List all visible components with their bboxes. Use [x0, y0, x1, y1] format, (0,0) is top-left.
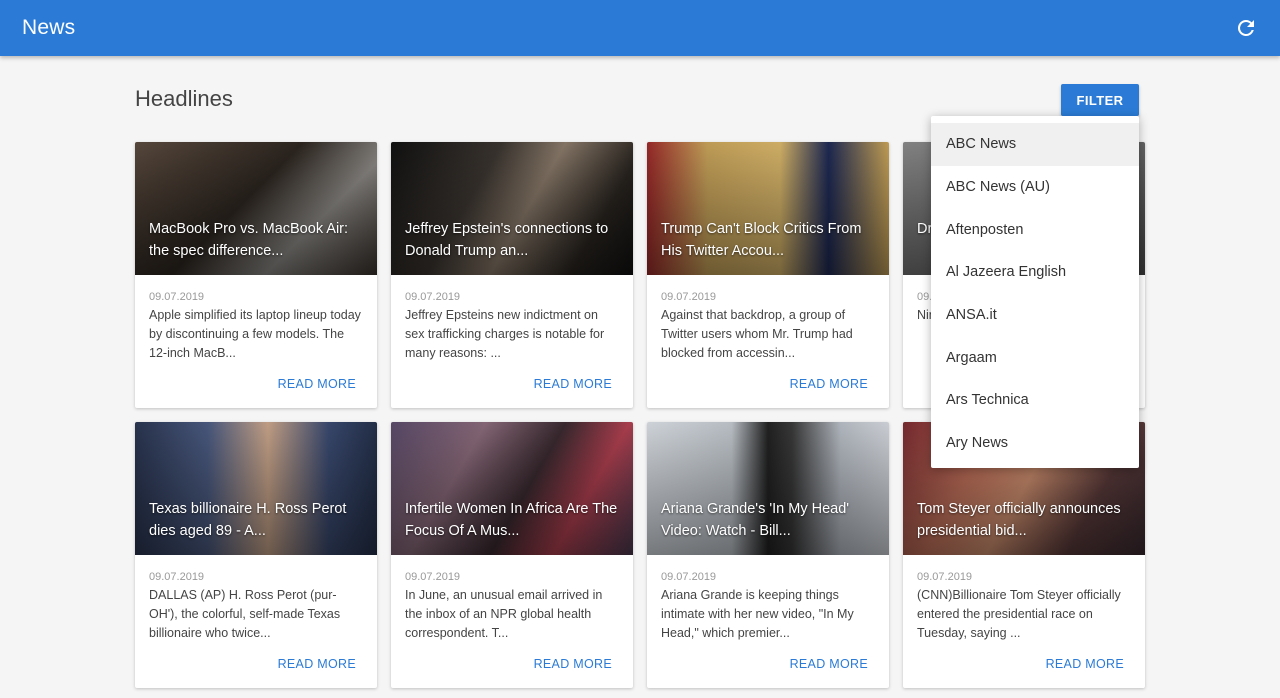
news-card[interactable]: Ariana Grande's 'In My Head' Video: Watc…: [647, 422, 889, 688]
filter-dropdown: ABC News ABC News (AU) Aftenposten Al Jazee…: [931, 116, 1139, 468]
card-date: 09.07.2019: [405, 291, 461, 303]
news-card[interactable]: Trump Can't Block Critics From His Twitt…: [647, 142, 889, 408]
card-description: (CNN)Billionaire Tom Steyer officially e…: [917, 588, 1121, 640]
read-more-link[interactable]: READ MORE: [1046, 657, 1124, 671]
card-date: 09.07.2019: [149, 571, 205, 583]
card-headline: Trump Can't Block Critics From His Twitt…: [661, 221, 862, 259]
read-more-link[interactable]: READ MORE: [278, 377, 356, 391]
filter-button[interactable]: FILTER: [1061, 84, 1139, 116]
card-image[interactable]: Texas billionaire H. Ross Perot dies age…: [135, 422, 377, 555]
filter-option[interactable]: Argaam: [931, 336, 1139, 379]
card-description: DALLAS (AP) H. Ross Perot (pur-OH'), the…: [149, 588, 341, 640]
news-card[interactable]: MacBook Pro vs. MacBook Air: the spec di…: [135, 142, 377, 408]
card-description: Apple simplified its laptop lineup today…: [149, 308, 361, 360]
read-more-link[interactable]: READ MORE: [278, 657, 356, 671]
card-image[interactable]: Jeffrey Epstein's connections to Donald …: [391, 142, 633, 275]
news-card[interactable]: Jeffrey Epstein's connections to Donald …: [391, 142, 633, 408]
card-headline: Ariana Grande's 'In My Head' Video: Watc…: [661, 501, 850, 539]
filter-option[interactable]: ABC News (AU): [931, 166, 1139, 209]
card-description: Jeffrey Epsteins new indictment on sex t…: [405, 308, 605, 360]
read-more-link[interactable]: READ MORE: [534, 377, 612, 391]
card-headline: Infertile Women In Africa Are The Focus …: [405, 501, 618, 539]
card-date: 09.07.2019: [661, 291, 717, 303]
card-image[interactable]: Trump Can't Block Critics From His Twitt…: [647, 142, 889, 275]
news-card[interactable]: Infertile Women In Africa Are The Focus …: [391, 422, 633, 688]
filter-option[interactable]: Aftenposten: [931, 208, 1139, 251]
card-date: 09.07.2019: [661, 571, 717, 583]
card-image[interactable]: Infertile Women In Africa Are The Focus …: [391, 422, 633, 555]
card-headline: Texas billionaire H. Ross Perot dies age…: [149, 501, 347, 539]
app-title: News: [22, 16, 76, 39]
news-card[interactable]: Texas billionaire H. Ross Perot dies age…: [135, 422, 377, 688]
filter-option[interactable]: Ary News: [931, 422, 1139, 465]
read-more-link[interactable]: READ MORE: [790, 377, 868, 391]
card-headline: Jeffrey Epstein's connections to Donald …: [405, 221, 609, 259]
read-more-link[interactable]: READ MORE: [534, 657, 612, 671]
card-date: 09.07.2019: [405, 571, 461, 583]
card-image[interactable]: MacBook Pro vs. MacBook Air: the spec di…: [135, 142, 377, 275]
filter-option[interactable]: Ars Technica: [931, 379, 1139, 422]
card-date: 09.07.2019: [917, 571, 973, 583]
refresh-icon[interactable]: [1234, 16, 1258, 40]
card-image[interactable]: Ariana Grande's 'In My Head' Video: Watc…: [647, 422, 889, 555]
filter-option[interactable]: ANSA.it: [931, 294, 1139, 337]
app-bar: News: [0, 0, 1280, 56]
card-description: In June, an unusual email arrived in the…: [405, 588, 603, 640]
page-title: Headlines: [135, 86, 233, 111]
read-more-link[interactable]: READ MORE: [790, 657, 868, 671]
card-headline: Tom Steyer officially announces presiden…: [917, 501, 1121, 539]
filter-option[interactable]: ABC News: [931, 123, 1139, 166]
filter-option[interactable]: Al Jazeera English: [931, 251, 1139, 294]
card-description: Ariana Grande is keeping things intimate…: [661, 588, 854, 640]
card-date: 09.07.2019: [149, 291, 205, 303]
card-headline: MacBook Pro vs. MacBook Air: the spec di…: [149, 221, 349, 259]
card-description: Against that backdrop, a group of Twitte…: [661, 308, 853, 360]
